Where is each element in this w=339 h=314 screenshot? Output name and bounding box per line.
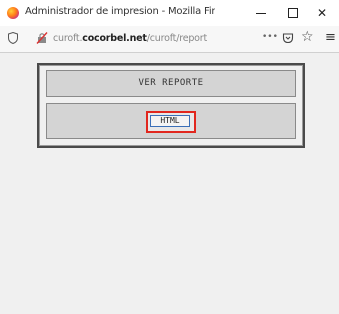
window-title: Administrador de impresion - Mozilla Fir… xyxy=(25,6,215,17)
url-text[interactable]: curoft.cocorbel.net/curoft/report xyxy=(53,33,253,44)
window-titlebar: Administrador de impresion - Mozilla Fir… xyxy=(0,0,339,26)
page-actions-icon[interactable]: ••• xyxy=(262,32,278,42)
ver-reporte-button[interactable]: VER REPORTE xyxy=(46,70,296,97)
report-panel: VER REPORTE HTML xyxy=(37,63,305,148)
bookmark-star-icon[interactable]: ☆ xyxy=(301,29,314,45)
firefox-icon xyxy=(7,7,19,19)
menu-icon[interactable]: ≡ xyxy=(325,30,336,45)
close-button[interactable]: ✕ xyxy=(311,4,333,22)
maximize-button[interactable] xyxy=(281,4,303,22)
page-content: VER REPORTE HTML xyxy=(0,53,339,314)
minimize-button[interactable] xyxy=(250,4,272,22)
html-button-frame: HTML xyxy=(46,103,296,139)
lock-warning-icon[interactable] xyxy=(36,32,48,44)
pocket-icon[interactable] xyxy=(282,32,294,44)
address-bar[interactable]: curoft.cocorbel.net/curoft/report ••• ☆ … xyxy=(0,26,339,53)
html-button-highlight[interactable]: HTML xyxy=(146,111,196,133)
html-button[interactable]: HTML xyxy=(150,115,190,127)
shield-icon[interactable] xyxy=(8,32,18,44)
